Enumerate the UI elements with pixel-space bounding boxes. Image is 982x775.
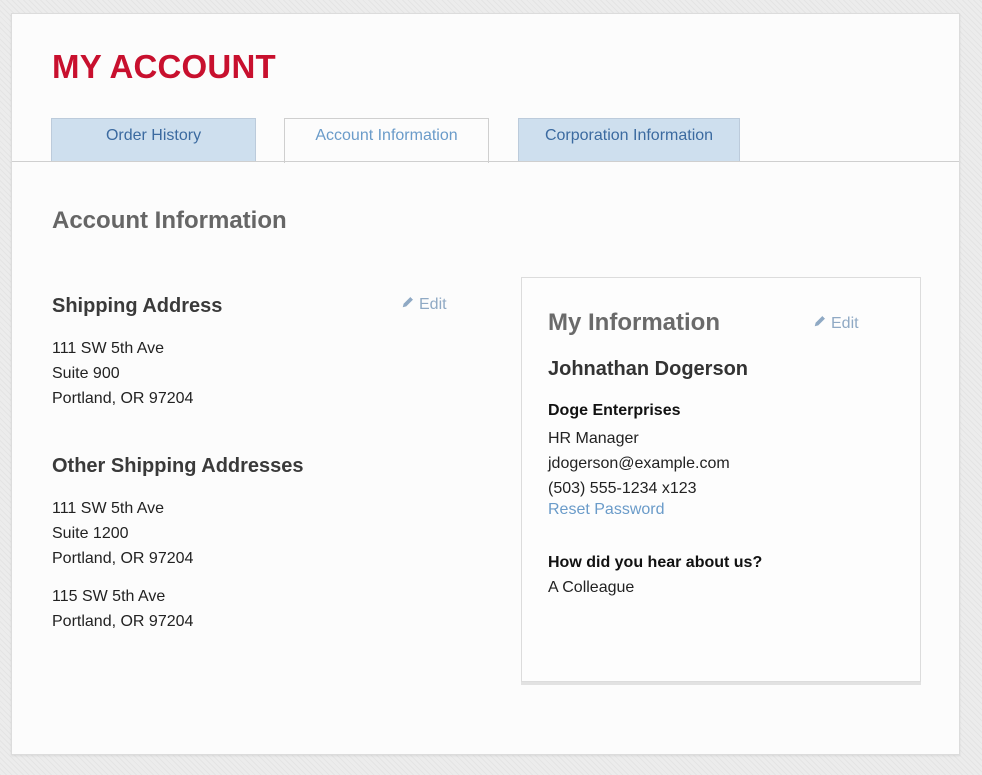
- edit-label: Edit: [419, 295, 447, 313]
- pencil-icon: [401, 295, 415, 314]
- account-card: MY ACCOUNT Order History Account Informa…: [11, 13, 960, 755]
- email: jdogerson@example.com: [548, 455, 730, 472]
- shipping-address-heading: Shipping Address: [52, 295, 223, 317]
- address-line: Portland, OR 97204: [52, 613, 194, 630]
- edit-my-information-button[interactable]: Edit: [813, 314, 859, 333]
- address-line: Portland, OR 97204: [52, 390, 194, 407]
- address-line: Portland, OR 97204: [52, 550, 194, 567]
- address-line: Suite 1200: [52, 525, 129, 542]
- other-address-2: 115 SW 5th Ave Portland, OR 97204: [52, 584, 193, 634]
- address-line: 111 SW 5th Ave: [52, 500, 165, 517]
- address-line: Suite 900: [52, 365, 120, 382]
- tab-account-information[interactable]: Account Information: [284, 118, 489, 163]
- tab-corporation-information[interactable]: Corporation Information: [518, 118, 740, 162]
- job-title: HR Manager: [548, 430, 639, 447]
- phone: (503) 555-1234 x123: [548, 480, 697, 497]
- page-title: MY ACCOUNT: [52, 48, 276, 85]
- edit-label: Edit: [831, 314, 859, 332]
- tab-order-history[interactable]: Order History: [51, 118, 256, 162]
- user-name: Johnathan Dogerson: [548, 358, 749, 380]
- tabs-divider: [12, 161, 959, 162]
- pencil-icon: [813, 314, 827, 333]
- other-shipping-addresses-heading: Other Shipping Addresses: [52, 455, 304, 477]
- referral-answer: A Colleague: [548, 579, 635, 596]
- edit-shipping-address-button[interactable]: Edit: [401, 295, 447, 314]
- other-address-1: 111 SW 5th Ave Suite 1200 Portland, OR 9…: [52, 496, 193, 571]
- section-title: Account Information: [52, 207, 287, 234]
- shipping-address: 111 SW 5th Ave Suite 900 Portland, OR 97…: [52, 336, 193, 411]
- address-line: 115 SW 5th Ave: [52, 588, 166, 605]
- my-information-panel: My Information Edit Johnathan Dogerson D…: [521, 277, 921, 682]
- referral-question: How did you hear about us?: [548, 554, 763, 571]
- company-name: Doge Enterprises: [548, 402, 681, 419]
- my-information-title: My Information: [548, 309, 720, 336]
- reset-password-link[interactable]: Reset Password: [548, 501, 665, 519]
- contact-details: HR Manager jdogerson@example.com (503) 5…: [548, 426, 730, 501]
- address-line: 111 SW 5th Ave: [52, 340, 165, 357]
